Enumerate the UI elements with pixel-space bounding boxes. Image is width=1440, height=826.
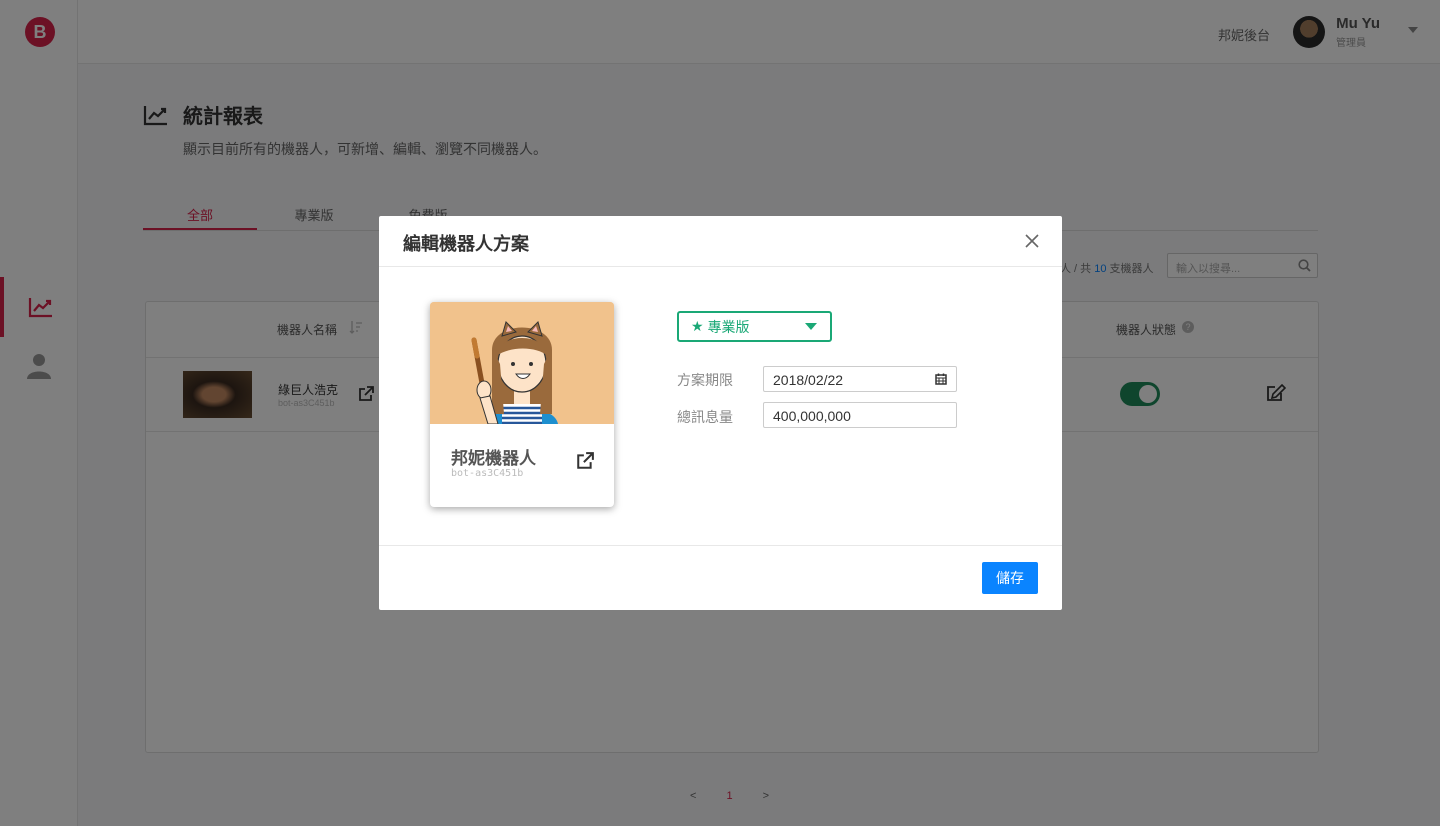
calendar-icon[interactable] [935, 373, 947, 385]
card-bot-name: 邦妮機器人 [451, 449, 536, 468]
plan-select[interactable]: ★ 專業版 [677, 311, 832, 342]
period-label: 方案期限 [677, 372, 733, 388]
close-icon[interactable] [1024, 233, 1040, 249]
girl-illustration [430, 302, 614, 424]
modal-header: 編輯機器人方案 [379, 216, 1062, 267]
caret-down-icon [805, 323, 817, 330]
quota-label: 總訊息量 [677, 409, 733, 425]
modal-title: 編輯機器人方案 [403, 234, 529, 254]
card-bot-id: bot-as3C451b [451, 468, 524, 479]
bot-avatar-illustration [430, 302, 614, 424]
period-date-input[interactable]: 2018/02/22 [763, 366, 957, 392]
save-button[interactable]: 儲存 [982, 562, 1038, 594]
plan-select-value: 專業版 [707, 318, 750, 335]
modal-footer: 儲存 [379, 545, 1062, 610]
edit-plan-modal: 編輯機器人方案 邦妮機器人 bot-as3C451b ★ 專業版 方案期限 20… [379, 216, 1062, 610]
external-link-icon[interactable] [576, 452, 594, 470]
period-date-value: 2018/02/22 [773, 372, 844, 388]
quota-input[interactable]: 400,000,000 [763, 402, 957, 428]
quota-value: 400,000,000 [773, 408, 851, 424]
bot-card: 邦妮機器人 bot-as3C451b [430, 302, 614, 507]
star-icon: ★ [691, 318, 704, 334]
